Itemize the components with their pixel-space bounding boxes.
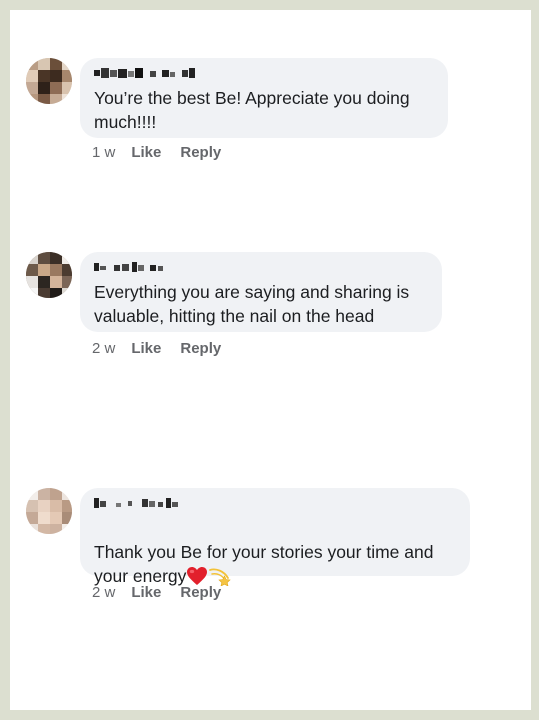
avatar[interactable] xyxy=(26,58,72,104)
like-button[interactable]: Like xyxy=(131,340,161,357)
reply-button[interactable]: Reply xyxy=(180,144,221,161)
redacted-name-pixels xyxy=(94,68,195,78)
like-button[interactable]: Like xyxy=(131,144,161,161)
avatar[interactable] xyxy=(26,488,72,534)
redacted-name-pixels xyxy=(94,498,178,508)
comment-timestamp[interactable]: 2 w xyxy=(92,584,115,601)
comment-actions: 1 w Like Reply xyxy=(92,144,221,161)
like-button[interactable]: Like xyxy=(131,584,161,601)
comment-actions: 2 w Like Reply xyxy=(92,340,221,357)
comment-bubble: You’re the best Be! Appreciate you doing… xyxy=(80,58,448,138)
comment-text: Everything you are saying and sharing is… xyxy=(94,282,410,326)
comments-card: You’re the best Be! Appreciate you doing… xyxy=(10,10,531,710)
comment-text-content: Thank you Be for your stories your time … xyxy=(94,542,434,586)
comment-text: You’re the best Be! Appreciate you doing… xyxy=(94,88,410,132)
reply-button[interactable]: Reply xyxy=(180,340,221,357)
comment-actions: 2 w Like Reply xyxy=(92,584,221,601)
comment-bubble: Thank you Be for your stories your time … xyxy=(80,488,470,587)
comment-timestamp[interactable]: 1 w xyxy=(92,144,115,161)
redacted-name-pixels xyxy=(94,262,163,272)
comment-timestamp[interactable]: 2 w xyxy=(92,340,115,357)
reply-button[interactable]: Reply xyxy=(180,584,221,601)
avatar[interactable] xyxy=(26,252,72,298)
comment-text: Thank you Be for your stories your time … xyxy=(94,516,433,592)
comment-bubble: Everything you are saying and sharing is… xyxy=(80,252,442,332)
